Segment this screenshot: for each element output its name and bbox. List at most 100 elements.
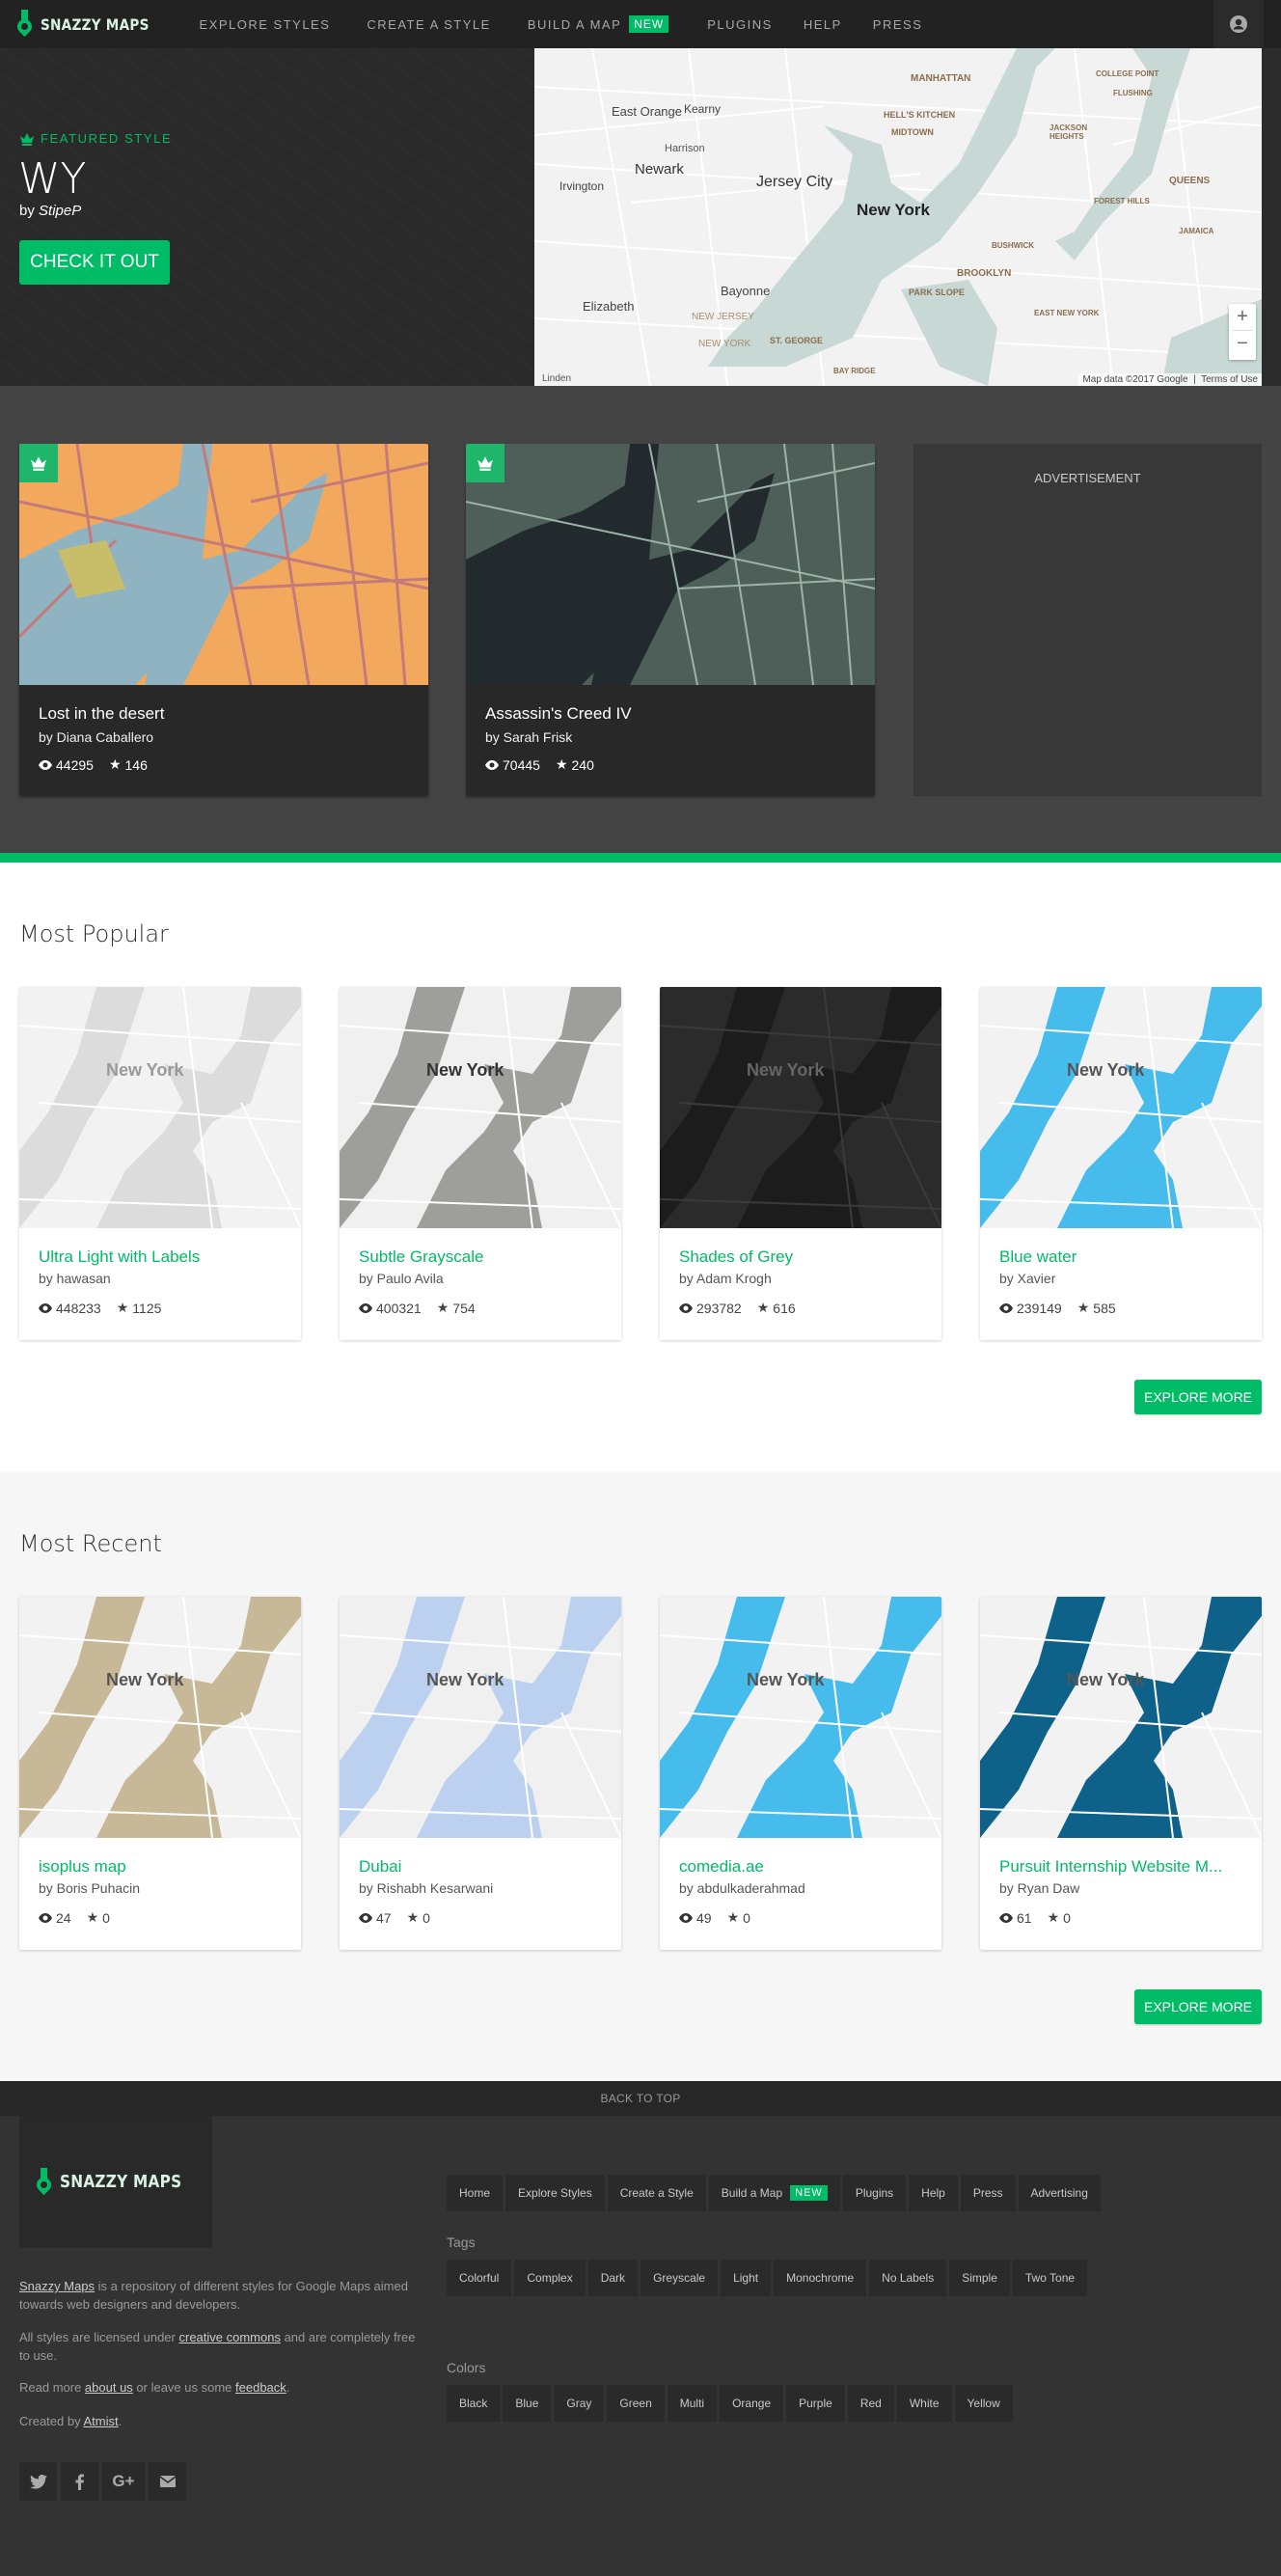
style-card[interactable]: New York Pursuit Internship Website M...… [980, 1597, 1262, 1950]
style-card[interactable]: New York comedia.ae by abdulkaderahmad 4… [660, 1597, 941, 1950]
views-count: 70445 [503, 756, 540, 773]
terms-link[interactable]: Terms of Use [1201, 374, 1258, 385]
creative-commons-link[interactable]: creative commons [178, 2330, 280, 2344]
nav-explore-styles[interactable]: EXPLORE STYLES [200, 17, 331, 32]
footer-logo[interactable]: SNAZZY MAPS [19, 2116, 212, 2248]
color-filter-button[interactable]: Blue [503, 2385, 552, 2422]
style-name[interactable]: Lost in the desert [39, 704, 164, 724]
style-name[interactable]: Blue water [999, 1247, 1250, 1267]
zoom-out-button[interactable]: − [1229, 331, 1256, 357]
nav-press[interactable]: PRESS [873, 17, 923, 32]
created-end: . [118, 2414, 123, 2428]
nav-build-map[interactable]: BUILD A MAP NEW [527, 15, 669, 33]
style-stats: 47 ★ 0 [359, 1909, 446, 1926]
color-filter-button[interactable]: Yellow [954, 2385, 1013, 2422]
tag-button[interactable]: Monochrome [774, 2260, 867, 2296]
map-label: MANHATTAN [911, 73, 971, 84]
tag-button[interactable]: Light [721, 2260, 772, 2296]
nav-build-map-label: BUILD A MAP [527, 16, 622, 32]
explore-more-button[interactable]: EXPLORE MORE [1134, 1989, 1262, 2024]
featured-style-title: WY [18, 154, 87, 204]
twitter-button[interactable] [19, 2462, 57, 2501]
feedback-link[interactable]: feedback [235, 2380, 286, 2395]
color-filter-button[interactable]: Gray [554, 2385, 605, 2422]
color-filter-button[interactable]: Purple [786, 2385, 845, 2422]
color-filter-button[interactable]: Black [447, 2385, 501, 2422]
facebook-button[interactable] [61, 2462, 98, 2501]
map-label: NEW JERSEY [692, 312, 755, 322]
map-thumbnail-art [340, 987, 621, 1228]
tag-button[interactable]: Colorful [447, 2260, 512, 2296]
map-label: NEW YORK [698, 339, 751, 349]
featured-card[interactable]: Assassin's Creed IV by Sarah Frisk 70445… [466, 444, 875, 796]
views-count: 239149 [1017, 1300, 1062, 1316]
footer-nav-button[interactable]: Home [447, 2175, 504, 2211]
footer-nav-button[interactable]: Help [909, 2175, 958, 2211]
tag-button[interactable]: Dark [587, 2260, 639, 2296]
style-card[interactable]: New York Shades of Grey by Adam Krogh 29… [660, 987, 941, 1340]
featured-card[interactable]: Lost in the desert by Diana Caballero 44… [19, 444, 428, 796]
footer-nav-button[interactable]: Build a Map NEW [708, 2175, 840, 2211]
style-name[interactable]: Dubai [359, 1857, 610, 1877]
views-stat: 49 [679, 1910, 712, 1926]
nav-plugins[interactable]: PLUGINS [707, 17, 773, 32]
footer-nav-button[interactable]: Press [960, 2175, 1016, 2211]
style-name[interactable]: Pursuit Internship Website M... [999, 1857, 1250, 1877]
style-name[interactable]: Ultra Light with Labels [39, 1247, 289, 1267]
tag-button[interactable]: Two Tone [1012, 2260, 1088, 2296]
atmist-link[interactable]: Atmist [84, 2414, 119, 2428]
email-button[interactable] [149, 2462, 186, 2501]
zoom-in-button[interactable]: + [1229, 304, 1256, 330]
footer-nav-button[interactable]: Plugins [842, 2175, 907, 2211]
map-label: Elizabeth [583, 299, 635, 314]
hero-map-preview[interactable]: East Orange Kearny Harrison Newark Irvin… [534, 48, 1262, 386]
eye-icon [39, 1302, 52, 1313]
style-author: by Boris Puhacin [39, 1880, 141, 1896]
tag-button[interactable]: Greyscale [640, 2260, 719, 2296]
author-name[interactable]: StipeP [39, 203, 81, 219]
map-thumbnail-art [660, 987, 941, 1228]
color-filter-button[interactable]: Red [847, 2385, 894, 2422]
footer-nav-button[interactable]: Create a Style [607, 2175, 706, 2211]
back-to-top-link[interactable]: BACK TO TOP [0, 2081, 1281, 2116]
by-prefix: by [19, 203, 35, 219]
about-us-link[interactable]: about us [85, 2380, 133, 2395]
tag-button[interactable]: No Labels [869, 2260, 947, 2296]
google-plus-button[interactable]: G+ [102, 2462, 145, 2501]
tag-button[interactable]: Simple [949, 2260, 1010, 2296]
footer-nav-button[interactable]: Advertising [1018, 2175, 1101, 2211]
snazzy-maps-link[interactable]: Snazzy Maps [19, 2279, 95, 2293]
advertisement-slot[interactable]: ADVERTISEMENT [913, 444, 1262, 796]
footer-nav-button[interactable]: Explore Styles [505, 2175, 605, 2211]
style-name[interactable]: comedia.ae [679, 1857, 930, 1877]
style-card[interactable]: New York isoplus map by Boris Puhacin 24… [19, 1597, 301, 1950]
map-label: ST. GEORGE [770, 336, 824, 345]
views-count: 24 [56, 1909, 71, 1926]
account-button[interactable] [1213, 0, 1264, 48]
style-name[interactable]: Subtle Grayscale [359, 1247, 610, 1267]
social-links: G+ [19, 2462, 190, 2501]
color-filter-button[interactable]: Green [607, 2385, 665, 2422]
check-it-out-button[interactable]: CHECK IT OUT [19, 240, 170, 285]
style-card[interactable]: New York Blue water by Xavier 239149 ★ 58… [980, 987, 1262, 1340]
nav-create-style[interactable]: CREATE A STYLE [367, 17, 490, 32]
style-card[interactable]: New York Ultra Light with Labels by hawa… [19, 987, 301, 1340]
color-filter-button[interactable]: Multi [667, 2385, 718, 2422]
new-badge: NEW [790, 2185, 828, 2201]
nav-help[interactable]: HELP [804, 17, 842, 32]
explore-more-button[interactable]: EXPLORE MORE [1134, 1380, 1262, 1414]
style-card[interactable]: New York Subtle Grayscale by Paulo Avila… [340, 987, 621, 1340]
style-card[interactable]: New York Dubai by Rishabh Kesarwani 47 ★… [340, 1597, 621, 1950]
views-stat: 61 [999, 1910, 1032, 1926]
tag-button[interactable]: Complex [514, 2260, 586, 2296]
style-stats: 400321 ★ 754 [359, 1300, 491, 1316]
style-name[interactable]: Assassin's Creed IV [485, 704, 632, 724]
brand-logo[interactable]: SNAZZY MAPS [14, 0, 169, 48]
style-name[interactable]: isoplus map [39, 1857, 289, 1877]
color-filter-button[interactable]: White [896, 2385, 952, 2422]
star-icon: ★ [1047, 1909, 1060, 1925]
crown-badge [466, 444, 504, 482]
style-name[interactable]: Shades of Grey [679, 1247, 930, 1267]
footer-nav-label: Press [972, 2186, 1003, 2200]
color-filter-button[interactable]: Orange [720, 2385, 784, 2422]
